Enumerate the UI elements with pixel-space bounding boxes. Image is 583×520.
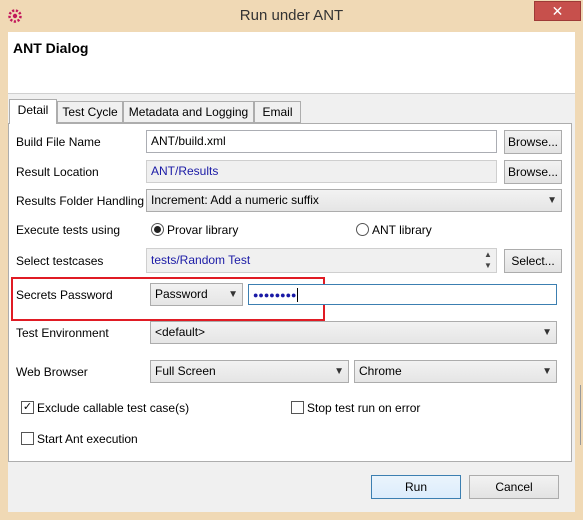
browser-name-value: Chrome: [359, 364, 402, 378]
window-frame-right: [575, 32, 583, 520]
stop-on-error-checkbox[interactable]: [291, 401, 304, 414]
window-close-button[interactable]: ✕: [534, 1, 581, 21]
browser-size-select[interactable]: Full Screen ▼: [150, 360, 349, 383]
cancel-button[interactable]: Cancel: [469, 475, 559, 499]
test-environment-value: <default>: [155, 325, 206, 339]
test-environment-select[interactable]: <default> ▼: [150, 321, 557, 344]
window-frame-bottom: [0, 512, 583, 520]
results-folder-label: Results Folder Handling: [16, 194, 145, 208]
stop-on-error-label: Stop test run on error: [307, 401, 421, 415]
chevron-down-icon: ▼: [547, 195, 557, 206]
tab-email[interactable]: Email: [254, 101, 301, 123]
tab-test-cycle[interactable]: Test Cycle: [57, 101, 123, 123]
chevron-down-icon: ▼: [542, 366, 552, 377]
test-environment-label: Test Environment: [16, 326, 109, 340]
chevron-down-icon: ▼: [542, 327, 552, 338]
execute-tests-label: Execute tests using: [16, 223, 121, 237]
dialog-header: [8, 32, 575, 94]
radio-provar-library[interactable]: [151, 223, 164, 236]
results-folder-select[interactable]: Increment: Add a numeric suffix ▼: [146, 189, 562, 212]
result-location-label: Result Location: [16, 165, 99, 179]
select-testcases-button[interactable]: Select...: [504, 249, 562, 273]
start-ant-label: Start Ant execution: [37, 432, 138, 446]
result-location-input[interactable]: ANT/Results: [146, 160, 497, 183]
secrets-password-value: ●●●●●●●●: [253, 290, 297, 300]
browser-size-value: Full Screen: [155, 364, 216, 378]
web-browser-label: Web Browser: [16, 365, 88, 379]
checkmark-icon: ✓: [22, 401, 33, 413]
gear-icon[interactable]: [7, 8, 23, 24]
dialog-title: ANT Dialog: [13, 40, 89, 56]
result-location-browse-button[interactable]: Browse...: [504, 160, 562, 184]
browser-name-select[interactable]: Chrome ▼: [354, 360, 557, 383]
text-cursor: [296, 287, 298, 302]
window-title: Run under ANT: [239, 7, 344, 24]
testcases-scroll-arrows[interactable]: ▲ ▼: [480, 249, 496, 272]
results-folder-value: Increment: Add a numeric suffix: [151, 193, 319, 207]
chevron-down-icon: ▼: [228, 289, 238, 300]
exclude-callable-label: Exclude callable test case(s): [37, 401, 190, 415]
testcases-list[interactable]: tests/Random Test: [146, 248, 497, 273]
select-testcases-label: Select testcases: [16, 254, 104, 268]
close-icon: ✕: [551, 3, 564, 19]
start-ant-checkbox[interactable]: [21, 432, 34, 445]
exclude-callable-checkbox[interactable]: ✓: [21, 401, 34, 414]
secrets-password-input[interactable]: ●●●●●●●●: [248, 284, 557, 305]
chevron-down-icon: ▼: [334, 366, 344, 377]
testcases-value: tests/Random Test: [151, 253, 251, 267]
radio-selected-dot: [154, 226, 161, 233]
radio-ant-library[interactable]: [356, 223, 369, 236]
tab-metadata-logging[interactable]: Metadata and Logging: [123, 101, 254, 123]
secrets-password-label: Secrets Password: [16, 288, 113, 302]
run-button[interactable]: Run: [371, 475, 461, 499]
build-file-input[interactable]: ANT/build.xml: [146, 130, 497, 153]
tab-detail[interactable]: Detail: [9, 99, 57, 124]
secrets-mode-select[interactable]: Password ▼: [150, 283, 243, 306]
build-file-browse-button[interactable]: Browse...: [504, 130, 562, 154]
secrets-mode-value: Password: [155, 287, 208, 301]
window-frame-left: [0, 32, 8, 520]
build-file-label: Build File Name: [16, 135, 101, 149]
radio-ant-library-label: ANT library: [372, 223, 432, 237]
radio-provar-library-label: Provar library: [167, 223, 239, 237]
